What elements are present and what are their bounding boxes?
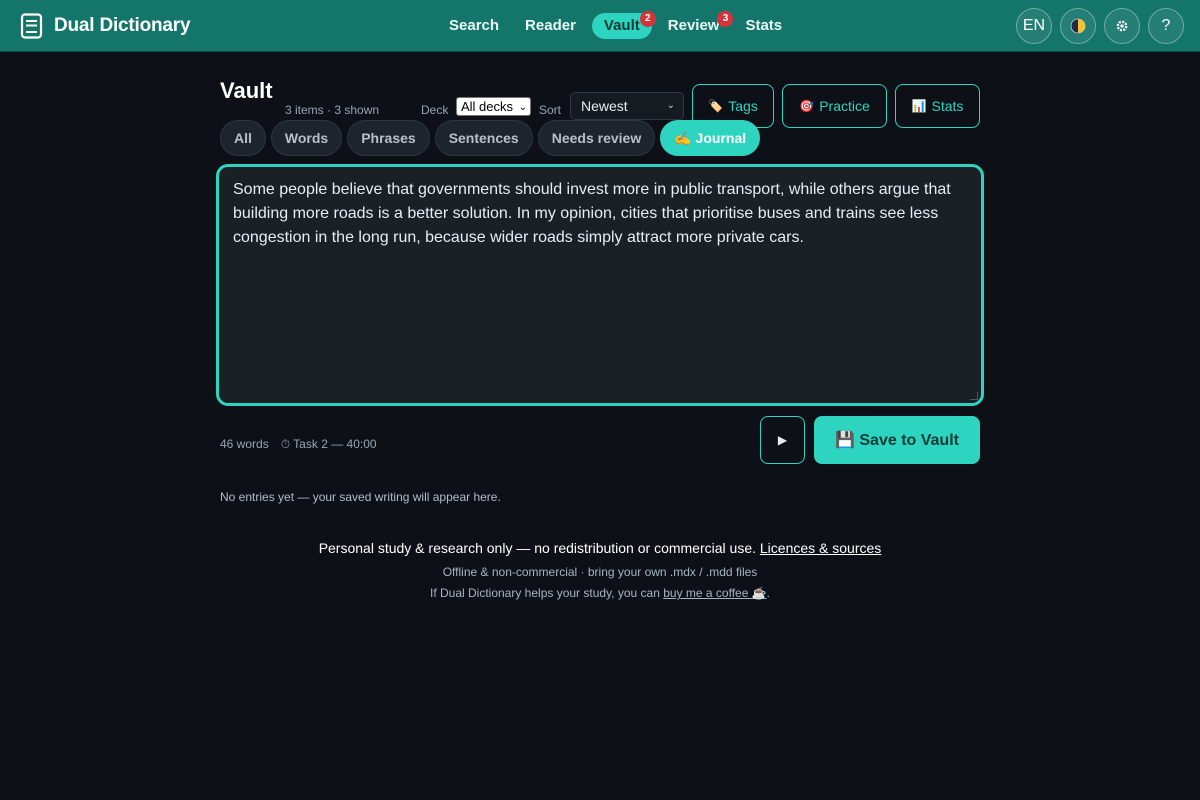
top-nav-bar: Dual Dictionary Search Reader Vault 2 Re…	[0, 0, 1200, 52]
licences-link[interactable]: Licences & sources	[760, 540, 881, 556]
theme-toggle-button[interactable]	[1060, 8, 1096, 44]
empty-state-message: No entries yet — your saved writing will…	[220, 490, 501, 504]
theme-toggle-icon	[1070, 18, 1086, 34]
save-to-vault-button[interactable]: 💾 Save to Vault	[814, 416, 980, 464]
item-count: 3 items · 3 shown	[285, 103, 380, 117]
editor-meta: 46 words ⏱ Task 2 — 40:00	[220, 437, 377, 452]
footer: Personal study & research only — no redi…	[0, 540, 1200, 600]
journal-text: Some people believe that governments sho…	[233, 181, 951, 246]
support-suffix: .	[766, 586, 771, 600]
sort-label: Sort	[539, 103, 562, 117]
coffee-link[interactable]: buy me a coffee ☕	[663, 586, 766, 600]
disclaimer-text: Personal study & research only — no redi…	[318, 540, 756, 556]
nav-stats-label: Stats	[745, 17, 783, 34]
task-timer: ⏱ Task 2 — 40:00	[280, 437, 377, 451]
tab-phrases[interactable]: Phrases	[347, 120, 430, 156]
nav-search-label: Search	[449, 17, 500, 34]
sort-select[interactable]: Newest ⌄	[570, 92, 684, 120]
tags-button-label: Tags	[728, 98, 758, 114]
footer-support: If Dual Dictionary helps your study, you…	[0, 586, 1200, 600]
review-count-badge: 3	[717, 11, 734, 27]
main-nav: Search Reader Vault 2 Review 3 Stats	[439, 11, 798, 39]
deck-select-value: All decks	[461, 99, 514, 114]
brand[interactable]: Dual Dictionary	[20, 12, 191, 40]
footer-disclaimer: Personal study & research only — no redi…	[0, 540, 1200, 556]
tab-journal[interactable]: ✍️ Journal	[660, 120, 761, 156]
nav-vault[interactable]: Vault 2	[591, 11, 656, 39]
page-title: Vault	[220, 78, 273, 103]
sort-select-value: Newest	[581, 98, 628, 114]
vault-toolbar: Vault 3 items · 3 shown Deck All decks ⌄…	[220, 68, 980, 128]
tab-words[interactable]: Words	[270, 120, 343, 156]
tab-needs-review[interactable]: Needs review	[537, 120, 656, 156]
language-button[interactable]: EN	[1016, 8, 1052, 44]
settings-button[interactable]	[1104, 8, 1140, 44]
chart-icon: 📊	[911, 99, 927, 113]
deck-select[interactable]: All decks ⌄	[456, 97, 531, 116]
target-icon: 🎯	[799, 99, 815, 113]
nav-search[interactable]: Search	[439, 13, 509, 39]
resize-handle-icon[interactable]	[970, 392, 978, 400]
nav-reader-label: Reader	[525, 17, 576, 34]
chevron-down-icon: ⌄	[518, 102, 527, 113]
practice-button-label: Practice	[819, 98, 870, 114]
filter-tabs: All Words Phrases Sentences Needs review…	[220, 120, 761, 156]
help-button[interactable]: ?	[1148, 8, 1184, 44]
footer-offline-note: Offline & non-commercial · bring your ow…	[442, 565, 758, 579]
support-text: If Dual Dictionary helps your study, you…	[429, 586, 660, 600]
journal-textarea[interactable]: Some people believe that governments sho…	[216, 164, 984, 406]
practice-button[interactable]: 🎯 Practice	[782, 84, 887, 128]
header-actions: EN ?	[1016, 8, 1184, 44]
word-count: 46 words	[220, 437, 269, 451]
play-icon: ▶	[777, 433, 788, 447]
nav-vault-label: Vault	[603, 17, 640, 34]
stats-button-label: Stats	[931, 98, 964, 114]
tab-all[interactable]: All	[220, 120, 266, 156]
nav-stats[interactable]: Stats	[735, 13, 792, 39]
tab-sentences[interactable]: Sentences	[434, 120, 533, 156]
chevron-down-icon: ⌄	[666, 100, 675, 111]
vault-count-badge: 2	[639, 11, 656, 27]
book-icon	[20, 13, 43, 39]
stats-button[interactable]: 📊 Stats	[895, 84, 980, 128]
nav-review-label: Review	[667, 17, 720, 34]
deck-label: Deck	[421, 103, 449, 117]
app-name: Dual Dictionary	[54, 15, 191, 36]
nav-reader[interactable]: Reader	[515, 13, 586, 39]
tag-icon: 🏷️	[708, 99, 724, 113]
gear-icon	[1116, 20, 1128, 32]
play-button[interactable]: ▶	[760, 416, 805, 464]
save-button-label: 💾 Save to Vault	[835, 432, 959, 449]
nav-review[interactable]: Review 3	[658, 11, 734, 39]
